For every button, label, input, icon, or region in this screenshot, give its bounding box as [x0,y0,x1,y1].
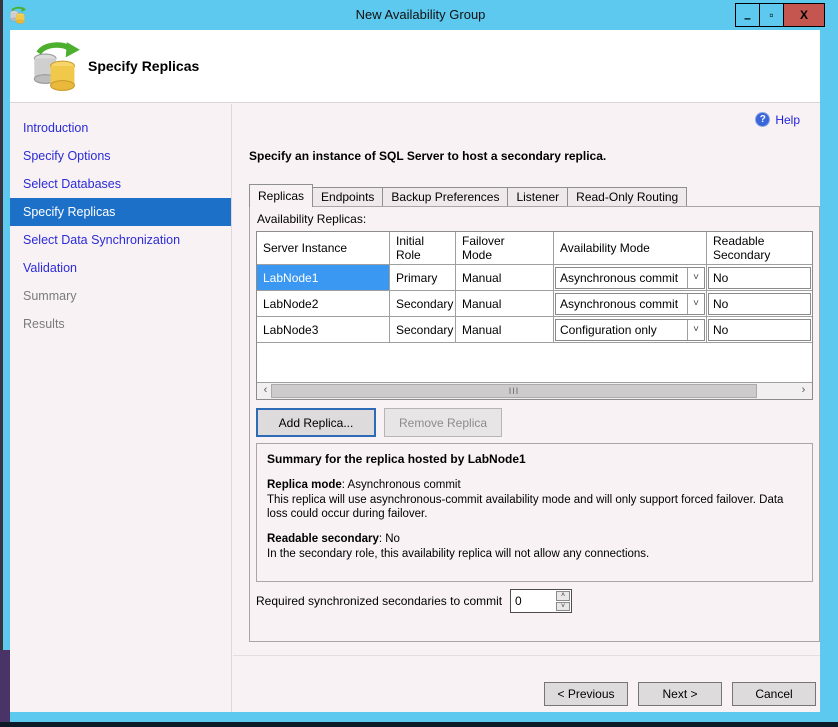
wizard-steps-sidebar: Introduction Specify Options Select Data… [10,104,232,712]
window-title: New Availability Group [3,0,838,30]
previous-button[interactable]: < Previous [544,682,628,706]
quantity-stepper-input[interactable] [511,590,555,612]
cell-initial-role: Primary [390,265,456,291]
close-icon: X [800,8,808,22]
footer-divider [233,655,820,656]
readable-secondary-dropdown[interactable]: No [708,319,811,341]
sidebar-item-introduction[interactable]: Introduction [10,114,231,142]
readable-secondary-dropdown[interactable]: No [708,293,811,315]
page-title: Specify Replicas [88,58,199,74]
column-header-server-instance: Server Instance [257,232,390,265]
grid-header-row: Server Instance Initial Role Failover Mo… [257,232,812,265]
window-body: Specify Replicas Introduction Specify Op… [10,30,820,712]
chevron-down-icon: ˅ [687,268,704,288]
column-header-initial-role: Initial Role [390,232,456,265]
availability-mode-dropdown[interactable]: Configuration only ˅ [555,319,705,341]
next-button[interactable]: Next > [638,682,722,706]
page-instruction: Specify an instance of SQL Server to hos… [249,149,606,163]
table-row[interactable]: LabNode3 Secondary Manual Configuration … [257,317,812,343]
cancel-button[interactable]: Cancel [732,682,816,706]
spin-down-icon[interactable]: ˅ [556,602,570,612]
availability-replicas-grid: Server Instance Initial Role Failover Mo… [256,231,813,400]
horizontal-scrollbar[interactable]: ‹ III › [257,382,812,399]
spin-up-icon[interactable]: ˄ [556,591,570,601]
column-header-readable-secondary: Readable Secondary [707,232,812,265]
cell-initial-role: Secondary [390,317,456,343]
cell-failover-mode: Manual [456,291,554,317]
scroll-right-icon[interactable]: › [795,383,812,399]
tab-replicas[interactable]: Replicas [249,184,313,207]
cell-server-instance[interactable]: LabNode2 [257,291,390,317]
cell-server-instance[interactable]: LabNode3 [257,317,390,343]
sidebar-item-results: Results [10,310,231,338]
replica-summary-box: Summary for the replica hosted by LabNod… [256,443,813,582]
specify-replicas-icon [30,40,82,92]
table-row[interactable]: LabNode1 Primary Manual Asynchronous com… [257,265,812,291]
add-replica-button[interactable]: Add Replica... [256,408,376,437]
minimize-button[interactable]: – [735,3,759,27]
availability-replicas-label: Availability Replicas: [257,212,366,226]
tab-listener[interactable]: Listener [508,187,568,207]
maximize-button[interactable]: ▫ [759,3,783,27]
chevron-down-icon: ˅ [687,294,704,314]
screen-left-edge [0,0,3,727]
wizard-page-content: ? Help Specify an instance of SQL Server… [233,104,820,712]
close-button[interactable]: X [783,3,825,27]
sidebar-item-specify-options[interactable]: Specify Options [10,142,231,170]
desktop-background-patch [0,650,10,722]
remove-replica-button: Remove Replica [384,408,502,437]
availability-mode-dropdown[interactable]: Asynchronous commit ˅ [555,267,705,289]
sidebar-item-select-databases[interactable]: Select Databases [10,170,231,198]
cell-initial-role: Secondary [390,291,456,317]
availability-mode-dropdown[interactable]: Asynchronous commit ˅ [555,293,705,315]
grid-button-row: Add Replica... Remove Replica [256,408,502,437]
help-icon: ? [755,112,770,127]
help-label: Help [775,113,800,127]
tab-read-only-routing[interactable]: Read-Only Routing [568,187,687,207]
readable-secondary-dropdown[interactable]: No [708,267,811,289]
spinner-buttons: ˄ ˅ [555,590,571,612]
sidebar-item-specify-replicas[interactable]: Specify Replicas [10,198,231,226]
table-row[interactable]: LabNode2 Secondary Manual Asynchronous c… [257,291,812,317]
summary-title: Summary for the replica hosted by LabNod… [267,452,802,468]
tab-strip: Replicas Endpoints Backup Preferences Li… [249,184,687,207]
chevron-down-icon: ˅ [687,320,704,340]
replicas-tab-panel: Availability Replicas: Server Instance I… [249,206,820,642]
required-secondaries-spinner: ˄ ˅ [510,589,572,613]
wizard-header: Specify Replicas [10,30,820,103]
window-controls: – ▫ X [735,3,825,27]
sidebar-item-select-data-synchronization[interactable]: Select Data Synchronization [10,226,231,254]
minimize-icon: – [744,11,751,25]
column-header-failover-mode: Failover Mode [456,232,554,265]
screen-bottom-edge [0,722,838,727]
cell-failover-mode: Manual [456,265,554,291]
new-availability-group-window: New Availability Group – ▫ X Specify Rep… [0,0,838,727]
maximize-icon: ▫ [769,8,773,22]
help-link[interactable]: ? Help [755,112,800,127]
sidebar-item-validation[interactable]: Validation [10,254,231,282]
summary-replica-mode-description: This replica will use asynchronous-commi… [267,494,783,521]
quorum-row: Required synchronized secondaries to com… [256,589,572,613]
title-bar[interactable]: New Availability Group – ▫ X [3,0,838,30]
summary-replica-mode: Replica mode: Asynchronous commit This r… [267,478,802,523]
tab-endpoints[interactable]: Endpoints [313,187,383,207]
cell-failover-mode: Manual [456,317,554,343]
sidebar-item-summary: Summary [10,282,231,310]
summary-readable-secondary: Readable secondary: No In the secondary … [267,532,802,562]
summary-readable-description: In the secondary role, this availability… [267,548,649,560]
tab-backup-preferences[interactable]: Backup Preferences [383,187,508,207]
scrollbar-thumb[interactable]: III [271,384,757,398]
cell-server-instance[interactable]: LabNode1 [257,265,390,291]
column-header-availability-mode: Availability Mode [554,232,707,265]
footer-button-row: < Previous Next > Cancel [544,682,816,706]
quorum-label: Required synchronized secondaries to com… [256,594,510,608]
